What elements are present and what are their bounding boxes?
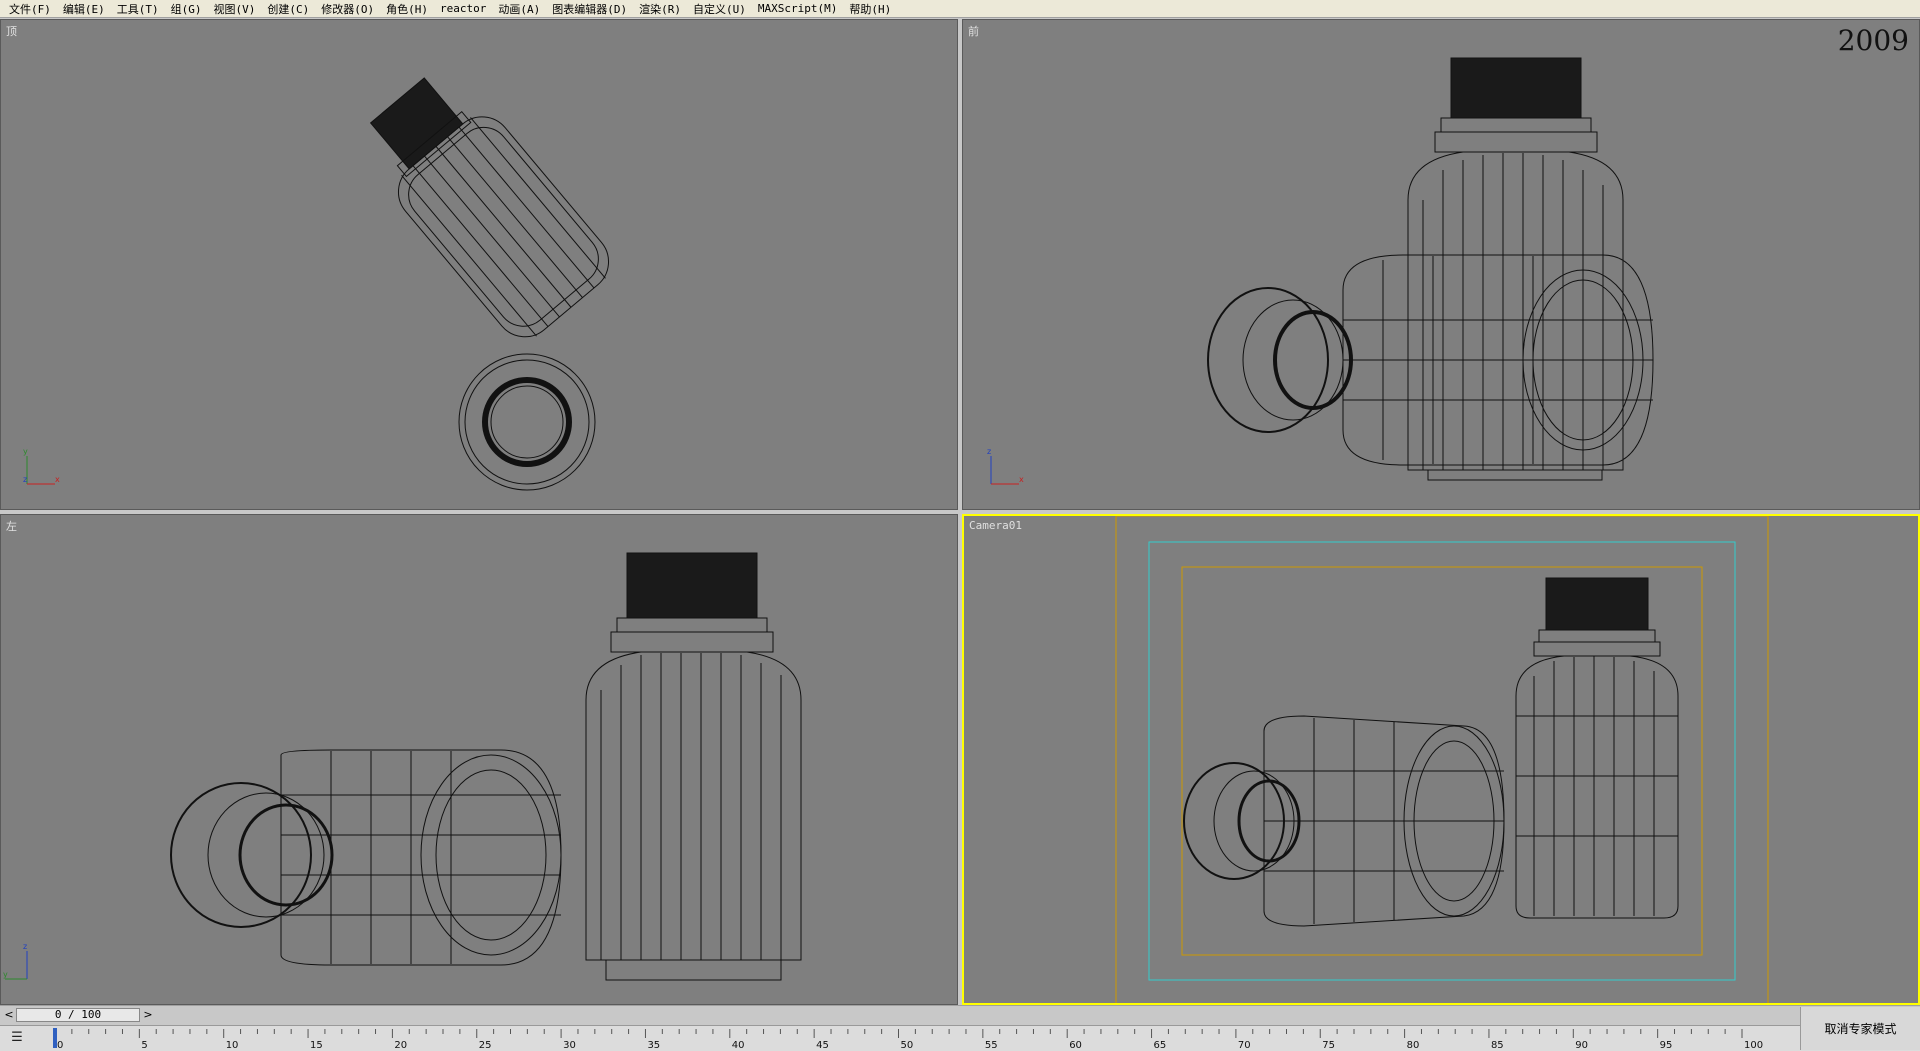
svg-text:y: y [23,447,28,456]
track-tick-label: 90 [1575,1040,1588,1051]
svg-text:z: z [987,447,991,456]
svg-text:x: x [55,475,60,484]
viewport-camera[interactable]: Camera01 [962,514,1920,1005]
track-tick-label: 40 [732,1040,745,1051]
track-tick-label: 95 [1660,1040,1673,1051]
track-tick-label: 15 [310,1040,323,1051]
safe-frame-outer [1115,516,1769,1003]
track-tick-label: 35 [647,1040,660,1051]
menu-file[interactable]: 文件(F) [3,1,57,17]
svg-text:x: x [1019,475,1024,484]
front-view-wireframe: z x [987,57,1654,485]
cancel-expert-mode-button[interactable]: 取消专家模式 [1800,1007,1920,1050]
svg-text:z: z [23,475,27,484]
viewport-front[interactable]: 前 2009 z x [962,19,1920,510]
viewport-top[interactable]: 顶 y x z [0,19,958,510]
track-tick-label: 80 [1407,1040,1420,1051]
svg-text:y: y [3,970,8,979]
track-tick-label: 50 [901,1040,914,1051]
menu-create[interactable]: 创建(C) [261,1,315,17]
track-tick-label: 75 [1322,1040,1335,1051]
time-slider-handle[interactable]: 0 / 100 [16,1008,140,1022]
left-view-wireframe: z y [3,552,802,981]
track-bar[interactable]: ☰ 0 5 10 15 20 25 30 35 40 45 50 55 60 65 70 75 80 85 90 95… [0,1025,1920,1051]
menu-help[interactable]: 帮助(H) [843,1,897,17]
axis-gizmo: z y [3,942,28,980]
menu-edit[interactable]: 编辑(E) [57,1,111,17]
menu-tools[interactable]: 工具(T) [111,1,165,17]
menu-maxscript[interactable]: MAXScript(M) [752,2,843,15]
axis-gizmo: y x z [23,447,60,485]
current-frame-marker [53,1028,57,1048]
track-tick-label: 65 [1154,1040,1167,1051]
track-tick-label: 70 [1238,1040,1251,1051]
menu-views[interactable]: 视图(V) [208,1,262,17]
track-tick-label: 0 [57,1040,63,1051]
menu-animation[interactable]: 动画(A) [492,1,546,17]
menu-modifiers[interactable]: 修改器(O) [315,1,380,17]
menu-graph-editors[interactable]: 图表编辑器(D) [546,1,633,17]
track-ruler: 0 5 10 15 20 25 30 35 40 45 50 55 60 65 70 75 80 85 90 95 10… [53,1028,1763,1051]
menu-bar: 文件(F) 编辑(E) 工具(T) 组(G) 视图(V) 创建(C) 修改器(O… [0,0,1920,18]
track-tick-label: 45 [816,1040,829,1051]
track-tick-label: 25 [479,1040,492,1051]
viewport-left[interactable]: 左 z y [0,514,958,1005]
time-slider: < 0 / 100 > [0,1005,1920,1026]
menu-reactor[interactable]: reactor [434,2,492,15]
track-tick-label: 30 [563,1040,576,1051]
time-slider-next-button[interactable]: > [142,1008,154,1022]
menu-customize[interactable]: 自定义(U) [687,1,752,17]
track-tick-label: 10 [226,1040,239,1051]
axis-gizmo: z x [987,447,1024,485]
menu-character[interactable]: 角色(H) [380,1,434,17]
track-tick-label: 5 [141,1040,147,1051]
time-slider-prev-button[interactable]: < [3,1008,15,1022]
top-view-wireframe: y x z [23,77,610,491]
track-tick-label: 60 [1069,1040,1082,1051]
menu-group[interactable]: 组(G) [165,1,208,17]
menu-rendering[interactable]: 渲染(R) [633,1,687,17]
svg-text:z: z [23,942,27,951]
track-tick-label: 100 [1744,1040,1763,1051]
camera-view-wireframe [1115,516,1769,1003]
track-tick-label: 85 [1491,1040,1504,1051]
track-tick-label: 20 [394,1040,407,1051]
track-tick-label: 55 [985,1040,998,1051]
